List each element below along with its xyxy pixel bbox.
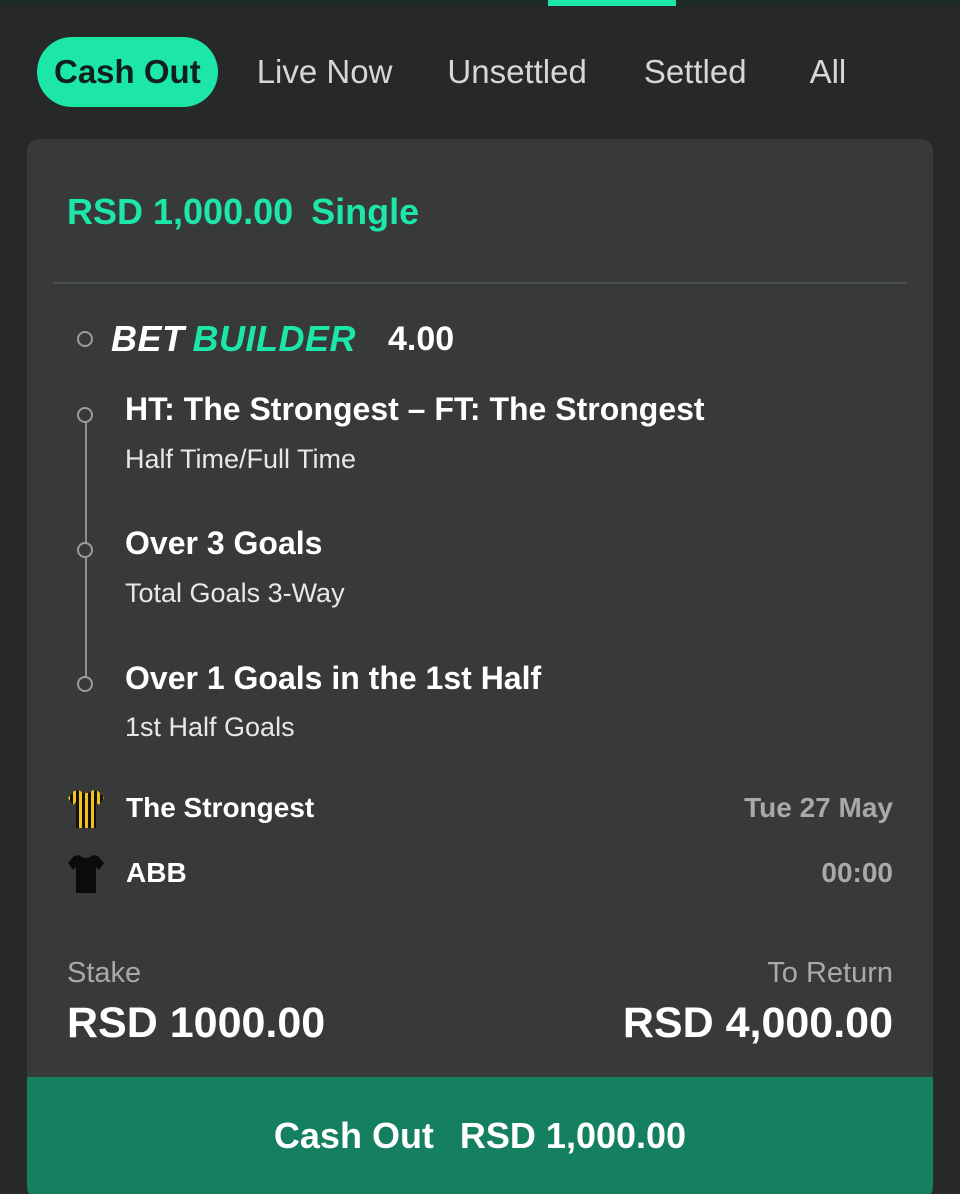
bet-builder-word-2: BUILDER xyxy=(192,318,356,359)
selection-name: Over 3 Goals xyxy=(125,525,323,561)
away-team-row: ABB 00:00 xyxy=(67,853,893,893)
selection-name: Over 1 Goals in the 1st Half xyxy=(125,660,542,696)
selection-market: 1st Half Goals xyxy=(125,712,295,742)
circle-icon xyxy=(77,542,93,558)
home-team-name: The Strongest xyxy=(126,792,315,823)
match-date: Tue 27 May xyxy=(744,792,893,823)
bet-builder-word-1: BET xyxy=(111,318,185,359)
tab-unsettled[interactable]: Unsettled xyxy=(430,37,603,107)
circle-icon xyxy=(77,407,93,423)
to-return-label: To Return xyxy=(767,957,893,989)
tab-all[interactable]: All xyxy=(793,37,864,107)
tab-cash-out[interactable]: Cash Out xyxy=(37,37,218,107)
away-team-name: ABB xyxy=(126,857,187,888)
home-team-row: The Strongest Tue 27 May xyxy=(67,788,893,828)
cash-out-button[interactable]: Cash Out RSD 1,000.00 xyxy=(27,1077,933,1194)
tab-live-now[interactable]: Live Now xyxy=(240,37,410,107)
circle-icon xyxy=(77,676,93,692)
selection-market: Half Time/Full Time xyxy=(125,444,357,474)
circle-icon xyxy=(77,331,93,347)
top-tab-strip xyxy=(0,0,960,6)
selection-market: Total Goals 3-Way xyxy=(125,578,345,608)
bet-filter-tabs: Cash Out Live Now Unsettled Settled All xyxy=(37,37,863,107)
divider xyxy=(53,282,907,284)
cash-out-amount: RSD 1,000.00 xyxy=(459,1114,687,1156)
striped-kit-icon xyxy=(67,788,105,835)
selection-name: HT: The Strongest – FT: The Strongest xyxy=(125,391,705,427)
to-return-value: RSD 4,000.00 xyxy=(622,999,893,1047)
bet-card: RSD 1,000.00 Single BET BUILDER 4.00 HT: T… xyxy=(27,139,933,1194)
bet-builder-row: BET BUILDER 4.00 xyxy=(77,317,454,361)
tab-settled[interactable]: Settled xyxy=(627,37,764,107)
bet-builder-logo: BET BUILDER xyxy=(111,318,356,360)
match-time: 00:00 xyxy=(821,857,893,888)
black-kit-icon xyxy=(67,853,105,900)
bet-amount: RSD 1,000.00 xyxy=(67,191,294,232)
bet-summary-header: RSD 1,000.00 Single xyxy=(67,191,419,233)
bet-odds: 4.00 xyxy=(388,319,455,358)
bet-type: Single xyxy=(311,191,420,232)
stake-label: Stake xyxy=(67,957,142,989)
stake-value: RSD 1000.00 xyxy=(67,999,326,1047)
cash-out-label: Cash Out xyxy=(273,1114,434,1156)
active-top-tab-indicator xyxy=(548,0,676,6)
